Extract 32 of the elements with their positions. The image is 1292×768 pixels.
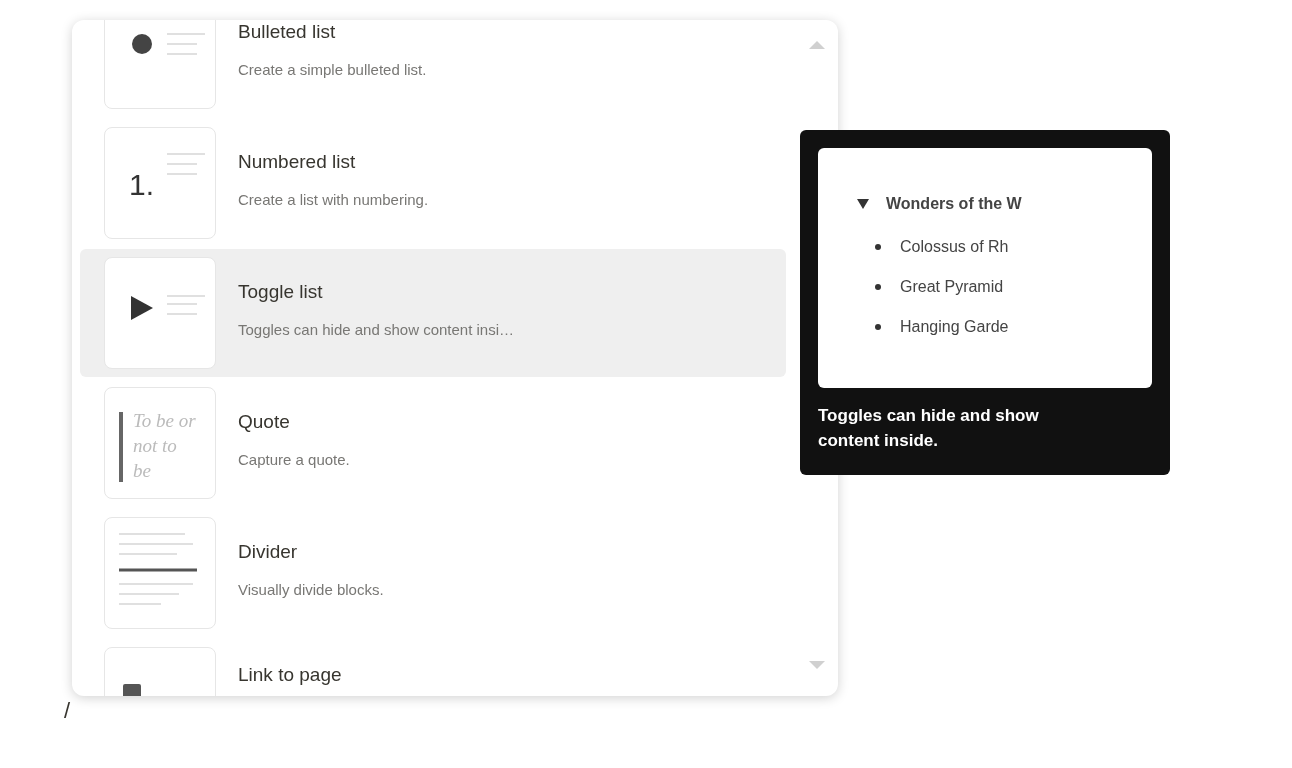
item-title: Bulleted list xyxy=(238,20,337,44)
menu-item[interactable]: Link to page xyxy=(80,639,786,696)
menu-item[interactable]: Bulleted list Create a simple bulleted list. xyxy=(80,20,786,117)
toggle-list-icon xyxy=(104,257,216,369)
item-description: Visually divide blocks. xyxy=(238,581,384,599)
preview-item: Colossus of Rh xyxy=(900,238,1009,256)
preview-item: Great Pyramid xyxy=(900,278,1004,296)
menu-item[interactable]: Divider Visually divide blocks. xyxy=(80,509,786,637)
menu-item[interactable]: 1. Numbered list Create a list with numbering. xyxy=(80,119,786,247)
bullet-icon xyxy=(874,323,882,331)
item-title: Toggle list xyxy=(238,280,324,304)
scroll-up-icon[interactable] xyxy=(808,40,826,50)
editor-text: / xyxy=(64,697,71,725)
quote-icon: To be or not to be xyxy=(104,387,216,499)
bullet-icon xyxy=(874,283,882,291)
item-description: Capture a quote. xyxy=(238,451,350,469)
tooltip-text: Toggles can hide and show content inside. xyxy=(818,405,1040,452)
preview-heading: Wonders of the W xyxy=(886,194,1022,214)
item-title: Link to page xyxy=(238,663,342,687)
expanded-triangle-icon xyxy=(856,198,870,210)
preview-item: Hanging Garde xyxy=(900,318,1009,336)
scroll-down-icon[interactable] xyxy=(808,660,826,670)
numbered-list-icon: 1. xyxy=(104,127,216,239)
item-description: Toggles can hide and show content insi… xyxy=(238,321,514,339)
item-title: Quote xyxy=(238,410,291,434)
menu-item[interactable]: To be or not to be Quote Capture a quote. xyxy=(80,379,786,507)
item-description: Create a simple bulleted list. xyxy=(238,61,427,79)
item-title: Divider xyxy=(238,540,299,564)
menu-item[interactable]: Toggle list Toggles can hide and show content insi… xyxy=(80,249,786,377)
bullet-icon xyxy=(874,243,882,251)
item-title: Numbered list xyxy=(238,150,357,174)
item-description: Create a list with numbering. xyxy=(238,191,429,209)
